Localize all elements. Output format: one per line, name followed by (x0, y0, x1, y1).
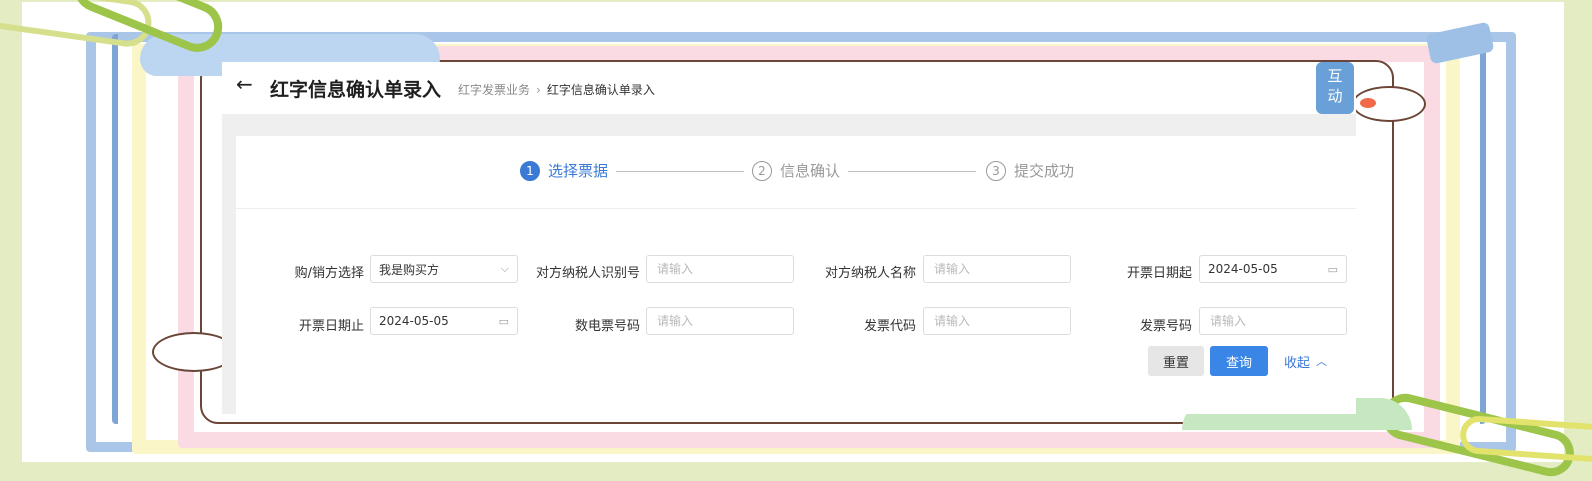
badge-text-line1: 互 (1327, 67, 1343, 85)
date-end-value: 2024-05-05 (379, 314, 449, 328)
breadcrumb-item-current: 红字信息确认单录入 (546, 83, 655, 97)
step-submit-success: 3 提交成功 (986, 160, 1074, 181)
counterparty-name-input[interactable] (932, 261, 1062, 277)
arrow-left-icon[interactable]: ← (236, 72, 253, 96)
cheek-decoration (1360, 98, 1376, 108)
date-start-picker[interactable]: 2024-05-05 ▭ (1199, 255, 1347, 283)
counterparty-tax-id-input[interactable] (655, 261, 785, 277)
step-connector (616, 171, 744, 172)
buyer-seller-select[interactable]: 我是购买方 ⌵ (370, 255, 518, 283)
date-start-label: 开票日期起 (1126, 266, 1192, 281)
invoice-code-label: 发票代码 (863, 319, 916, 334)
invoice-code-input[interactable] (932, 313, 1062, 329)
interactive-badge[interactable]: 互 动 (1316, 62, 1354, 114)
buyer-seller-label: 购/销方选择 (294, 266, 364, 281)
badge-text-line2: 动 (1327, 87, 1343, 105)
buyer-seller-value: 我是购买方 (379, 262, 440, 277)
collapse-label: 收起 (1284, 355, 1311, 371)
breadcrumb-item-red-invoice-business[interactable]: 红字发票业务 (458, 83, 530, 97)
invoice-no-label: 发票号码 (1139, 319, 1192, 334)
collapse-toggle[interactable]: 收起 ︿ (1284, 346, 1344, 376)
step-number: 3 (986, 160, 1006, 181)
step-info-confirm: 2 信息确认 (752, 160, 840, 181)
e-invoice-no-input[interactable] (655, 313, 785, 329)
page-title: 红字信息确认单录入 (270, 79, 442, 101)
counterparty-name-label: 对方纳税人名称 (824, 266, 916, 281)
date-start-value: 2024-05-05 (1208, 262, 1278, 276)
step-connector (848, 171, 976, 172)
e-invoice-no-field (646, 307, 794, 335)
step-label: 选择票据 (548, 162, 609, 180)
breadcrumb: 红字发票业务 › 红字信息确认单录入 (458, 81, 655, 98)
step-label: 提交成功 (1014, 162, 1075, 180)
app-window: ← 红字信息确认单录入 红字发票业务 › 红字信息确认单录入 1 选择票据 2 信息… (222, 62, 1356, 414)
invoice-no-input[interactable] (1208, 313, 1338, 329)
page-header: ← 红字信息确认单录入 红字发票业务 › 红字信息确认单录入 (222, 62, 1356, 114)
invoice-no-field (1199, 307, 1347, 335)
date-end-picker[interactable]: 2024-05-05 ▭ (370, 307, 518, 335)
date-end-label: 开票日期止 (298, 319, 364, 334)
calendar-icon: ▭ (498, 314, 509, 328)
step-label: 信息确认 (780, 162, 841, 180)
invoice-code-field (923, 307, 1071, 335)
chevron-up-icon: ︿ (1316, 355, 1328, 368)
step-number: 2 (752, 160, 772, 181)
cartoon-face-decoration (1352, 86, 1426, 122)
counterparty-tax-id-label: 对方纳税人识别号 (535, 266, 640, 281)
step-select-invoice: 1 选择票据 (520, 160, 608, 181)
step-number: 1 (520, 160, 540, 181)
reset-button[interactable]: 重置 (1148, 346, 1204, 376)
counterparty-tax-id-field (646, 255, 794, 283)
e-invoice-no-label: 数电票号码 (574, 319, 640, 334)
chevron-right-icon: › (536, 83, 541, 97)
query-button[interactable]: 查询 (1210, 346, 1268, 376)
step-indicator: 1 选择票据 2 信息确认 3 提交成功 (236, 136, 1356, 209)
counterparty-name-field (923, 255, 1071, 283)
calendar-icon: ▭ (1327, 262, 1338, 276)
chevron-down-icon: ⌵ (500, 262, 509, 275)
